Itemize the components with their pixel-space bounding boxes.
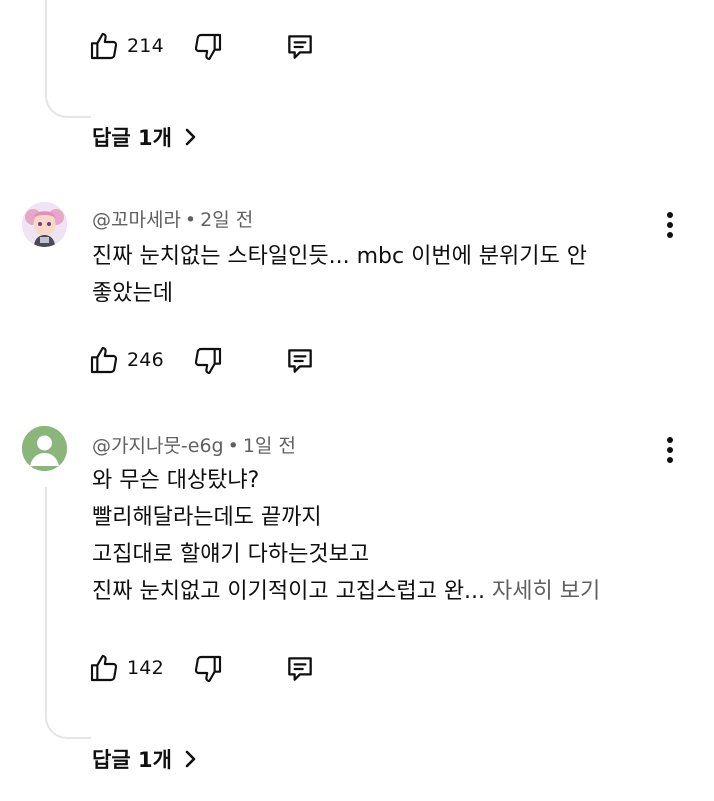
more-vert-icon-dot [667,447,673,453]
separator-dot: • [227,435,239,457]
dislike-button[interactable] [192,345,224,377]
reply-thread-line [45,0,91,118]
avatar[interactable] [22,426,67,471]
thumbs-up-icon [88,344,120,376]
like-count: 246 [127,349,164,371]
thumbs-down-icon [192,653,224,685]
replies-label: 답글 1개 [92,748,172,772]
comment-text: 진짜 눈치없는 스타일인듯... mbc 이번에 분위기도 안 좋았는데 [92,238,587,312]
dislike-button[interactable] [192,653,224,685]
like-button[interactable]: 246 [88,344,164,376]
like-button[interactable]: 214 [88,30,164,62]
like-count: 214 [127,35,164,57]
like-count: 142 [127,657,164,679]
more-vert-icon [667,437,673,443]
comment-author-line: @가지나뭇-e6g • 1일 전 [92,431,296,458]
more-vert-icon-dot [667,457,673,463]
thumbs-up-icon [88,652,120,684]
comment-actions: 246 [88,342,312,378]
reply-icon [284,653,316,685]
thumbs-down-icon [192,345,224,377]
comment-text-line: 고집대로 할얘기 다하는것보고 [92,542,370,567]
read-more-link[interactable]: 자세히 보기 [492,579,600,604]
more-vert-icon-dot [667,222,673,228]
reply-button[interactable] [284,31,316,63]
comment-timestamp: 1일 전 [242,435,296,457]
reply-button[interactable] [284,653,316,685]
thumbs-down-icon [192,31,224,63]
more-options-button[interactable] [660,209,680,241]
more-options-button[interactable] [660,434,680,466]
reply-button[interactable] [284,345,316,377]
comment-author-handle[interactable]: @가지나뭇-e6g [92,435,224,457]
comment-actions: 214 [88,28,312,64]
comment-author-line: @꼬마세라 • 2일 전 [92,205,253,232]
comment-text-line-truncated: 진짜 눈치없고 이기적이고 고집스럽고 완... 자세히 보기 [92,573,600,610]
view-replies-link[interactable]: 답글 1개 [92,122,198,152]
comment-timestamp: 2일 전 [200,209,254,231]
chevron-right-icon [184,127,198,147]
like-button[interactable]: 142 [88,652,164,684]
comment-author-handle[interactable]: @꼬마세라 [92,209,181,231]
reply-thread-line [45,487,91,739]
comment-text: 와 무슨 대상탔냐? 빨리해달라는데도 끝까지 고집대로 할얘기 다하는것보고 … [92,462,600,610]
thumbs-up-icon [88,30,120,62]
replies-label: 답글 1개 [92,126,172,150]
comment-text-line: 와 무슨 대상탔냐? [92,468,260,493]
view-replies-link[interactable]: 답글 1개 [92,744,198,774]
chevron-right-icon [184,749,198,769]
comment-text-line: 빨리해달라는데도 끝까지 [92,505,322,530]
reply-icon [284,31,316,63]
comment-actions: 142 [88,650,312,686]
avatar[interactable] [22,202,67,247]
separator-dot: • [184,209,197,231]
comment-text-line: 좋았는데 [92,281,173,306]
more-vert-icon [667,212,673,218]
reply-icon [284,345,316,377]
comment-text-line: 진짜 눈치없는 스타일인듯... mbc 이번에 분위기도 안 [92,244,587,269]
more-vert-icon-dot [667,232,673,238]
dislike-button[interactable] [192,31,224,63]
comment-text-tail: 진짜 눈치없고 이기적이고 고집스럽고 완... [92,579,486,604]
